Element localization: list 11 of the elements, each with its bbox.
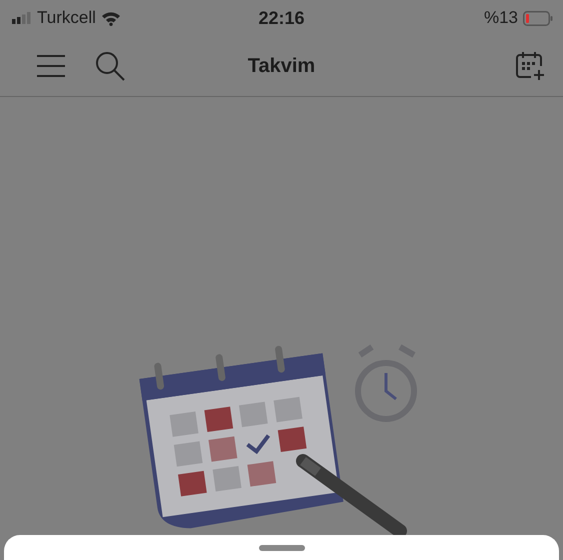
battery-icon [523, 10, 553, 26]
carrier-name: Turkcell [37, 8, 96, 28]
clock-time: 22:16 [258, 8, 305, 28]
wifi-icon [100, 10, 121, 26]
menu-button[interactable] [36, 54, 66, 78]
drag-handle[interactable] [258, 545, 304, 551]
signal-icon [12, 12, 32, 24]
screen-title: Takvim [248, 54, 316, 78]
battery-percentage: %13 [484, 8, 518, 28]
search-button[interactable] [94, 50, 126, 82]
add-event-button[interactable] [515, 51, 545, 81]
